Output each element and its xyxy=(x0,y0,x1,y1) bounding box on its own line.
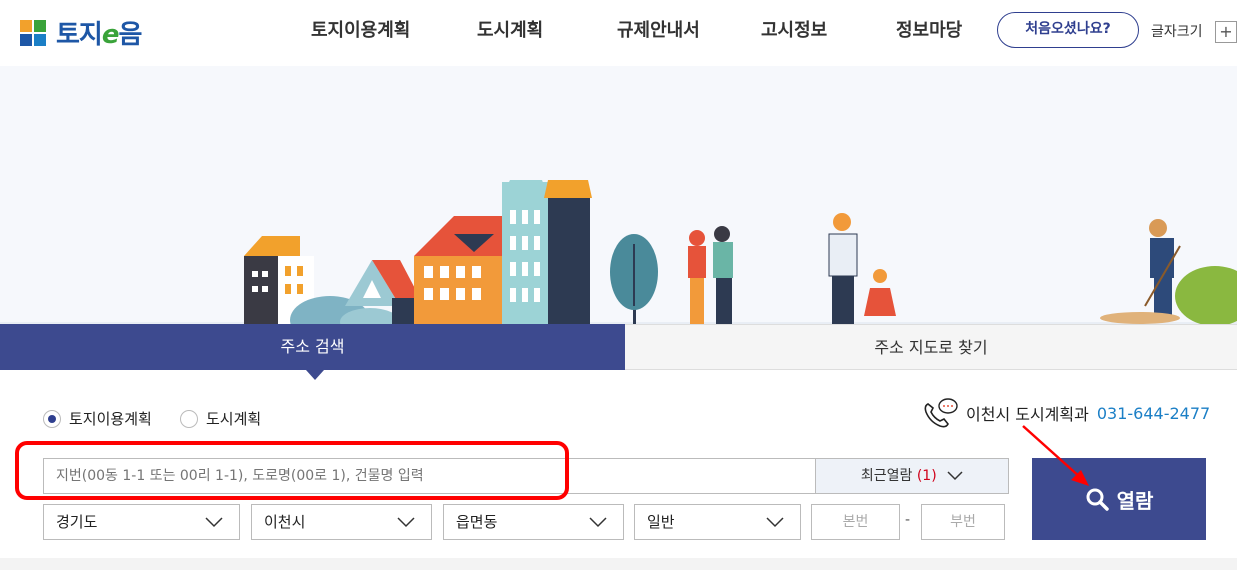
main-number-input[interactable]: 본번 xyxy=(811,504,900,540)
font-increase-button[interactable]: + xyxy=(1215,21,1237,43)
radio-unselected-icon xyxy=(180,409,198,428)
site-logo[interactable]: 토지e음 xyxy=(20,14,142,51)
chevron-down-icon xyxy=(205,517,223,528)
nav-notice-info[interactable]: 고시정보 xyxy=(761,16,827,42)
sub-number-input[interactable]: 부번 xyxy=(921,504,1005,540)
tab-address-search[interactable]: 주소 검색 xyxy=(0,324,625,380)
contact-phone[interactable]: 031-644-2477 xyxy=(1097,404,1210,423)
land-type-value: 일반 xyxy=(647,513,675,531)
page-bottom-band xyxy=(0,558,1237,570)
tab-map-search[interactable]: 주소 지도로 찾기 xyxy=(625,324,1237,370)
nav-city-plan[interactable]: 도시계획 xyxy=(477,16,543,42)
recent-view-button[interactable]: 최근열람 (1) xyxy=(815,458,1009,494)
radio-land-use[interactable]: 토지이용계획 xyxy=(43,408,152,429)
logo-mark-icon xyxy=(20,18,50,48)
radio-selected-icon xyxy=(43,409,61,428)
chevron-down-icon xyxy=(766,517,784,528)
nav-info-square[interactable]: 정보마당 xyxy=(896,16,962,42)
hero-illustration xyxy=(0,66,1237,324)
number-separator: - xyxy=(905,512,911,528)
header: 토지e음 토지이용계획 도시계획 규제안내서 고시정보 정보마당 처음오셨나요?… xyxy=(0,0,1237,66)
town-value: 읍면동 xyxy=(456,513,498,531)
city-select[interactable]: 이천시 xyxy=(251,504,432,540)
font-size-label: 글자크기 xyxy=(1151,24,1203,40)
radio-city-plan[interactable]: 도시계획 xyxy=(180,408,261,429)
annotation-arrow-icon xyxy=(1022,425,1089,486)
chevron-down-icon xyxy=(947,471,963,481)
recent-view-label: 최근열람 xyxy=(860,468,913,484)
nav-land-use[interactable]: 토지이용계획 xyxy=(311,16,410,42)
recent-view-count: (1) xyxy=(916,468,937,484)
nav-regulation-guide[interactable]: 규제안내서 xyxy=(617,16,700,42)
search-icon xyxy=(1086,488,1109,511)
open-view-label: 열람 xyxy=(1116,488,1154,513)
radio-city-plan-label: 도시계획 xyxy=(206,410,262,428)
first-visit-button[interactable]: 처음오셨나요? xyxy=(997,12,1139,48)
province-select[interactable]: 경기도 xyxy=(43,504,240,540)
annotation-highlight-box xyxy=(15,441,569,500)
phone-chat-icon xyxy=(924,398,958,428)
search-tabs: 주소 검색 주소 지도로 찾기 xyxy=(0,324,1237,380)
town-select[interactable]: 읍면동 xyxy=(443,504,624,540)
chevron-down-icon xyxy=(397,517,415,528)
radio-land-use-label: 토지이용계획 xyxy=(69,410,152,428)
logo-text: 토지e음 xyxy=(56,20,142,50)
land-type-select[interactable]: 일반 xyxy=(634,504,801,540)
town-illustration xyxy=(0,180,1237,324)
chevron-down-icon xyxy=(589,517,607,528)
province-value: 경기도 xyxy=(56,513,98,531)
city-value: 이천시 xyxy=(264,513,306,531)
